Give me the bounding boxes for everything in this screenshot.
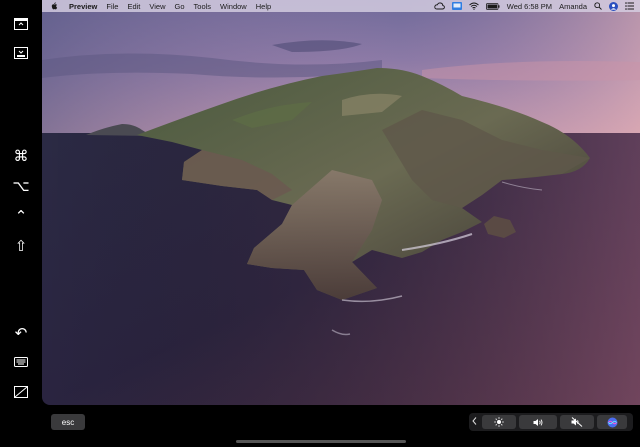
undo-icon: ↶ [14,324,28,342]
shift-key-icon: ⇧ [14,237,28,255]
menubar-clock[interactable]: Wed 6:58 PM [507,2,552,11]
desktop-wallpaper [42,0,640,405]
control-key-icon: ⌃ [14,207,28,225]
menu-edit[interactable]: Edit [127,2,140,11]
command-key-icon: ⌘ [13,147,29,165]
wifi-icon [468,2,479,10]
battery-menu[interactable] [485,2,500,10]
disconnect-button[interactable] [7,380,35,404]
chevron-left-icon [471,417,476,425]
user-avatar-icon [609,1,618,11]
menu-view[interactable]: View [149,2,165,11]
volume-icon [533,418,542,426]
show-menubar-button[interactable] [7,12,35,36]
shift-key-button[interactable]: ⇧ [7,234,35,258]
battery-icon [485,2,500,10]
keyboard-icon [14,357,28,367]
control-strip-expand-button[interactable] [469,417,479,427]
menubar-user[interactable]: Amanda [559,2,587,11]
user-avatar-button[interactable] [609,1,618,11]
volume-key[interactable] [519,415,557,429]
control-strip [469,413,633,431]
menu-go[interactable]: Go [175,2,185,11]
keyboard-button[interactable] [7,350,35,374]
menu-window[interactable]: Window [220,2,247,11]
status-area: Wed 6:58 PM Amanda [434,0,634,12]
sidecar-sidebar: ⌘ ⌥ ⌃ ⇧ ↶ [0,0,42,447]
creative-cloud-icon [434,2,445,10]
menu-bar: Preview File Edit View Go Tools Window H… [42,0,640,12]
menu-list-icon [625,2,634,10]
menu-file[interactable]: File [106,2,118,11]
menu-help[interactable]: Help [256,2,271,11]
search-icon [594,2,602,10]
mute-icon [571,417,583,427]
esc-key[interactable]: esc [51,414,85,430]
siri-key[interactable] [597,415,627,429]
disconnect-icon [14,386,28,398]
display-menu[interactable] [451,2,462,10]
wifi-menu[interactable] [468,2,479,10]
menu-tools[interactable]: Tools [194,2,212,11]
apple-menu-button[interactable] [51,2,61,10]
brightness-key[interactable] [482,415,516,429]
option-key-icon: ⌥ [12,177,30,195]
control-key-button[interactable]: ⌃ [7,204,35,228]
show-menubar-icon [14,18,28,30]
menu-app-preview[interactable]: Preview [69,2,97,11]
display-icon [451,2,462,10]
option-key-button[interactable]: ⌥ [7,174,35,198]
siri-icon [607,417,617,427]
undo-button[interactable]: ↶ [7,321,35,345]
notification-center-button[interactable] [625,2,634,10]
show-dock-icon [14,47,28,59]
mac-screen: Preview File Edit View Go Tools Window H… [42,0,640,405]
touch-bar: esc [42,405,640,447]
show-dock-button[interactable] [7,41,35,65]
creative-cloud-menu[interactable] [434,2,445,10]
brightness-icon [494,417,504,427]
spotlight-button[interactable] [594,2,602,10]
home-indicator [236,440,406,443]
apple-logo-icon [51,2,58,10]
command-key-button[interactable]: ⌘ [7,144,35,168]
mute-key[interactable] [560,415,594,429]
